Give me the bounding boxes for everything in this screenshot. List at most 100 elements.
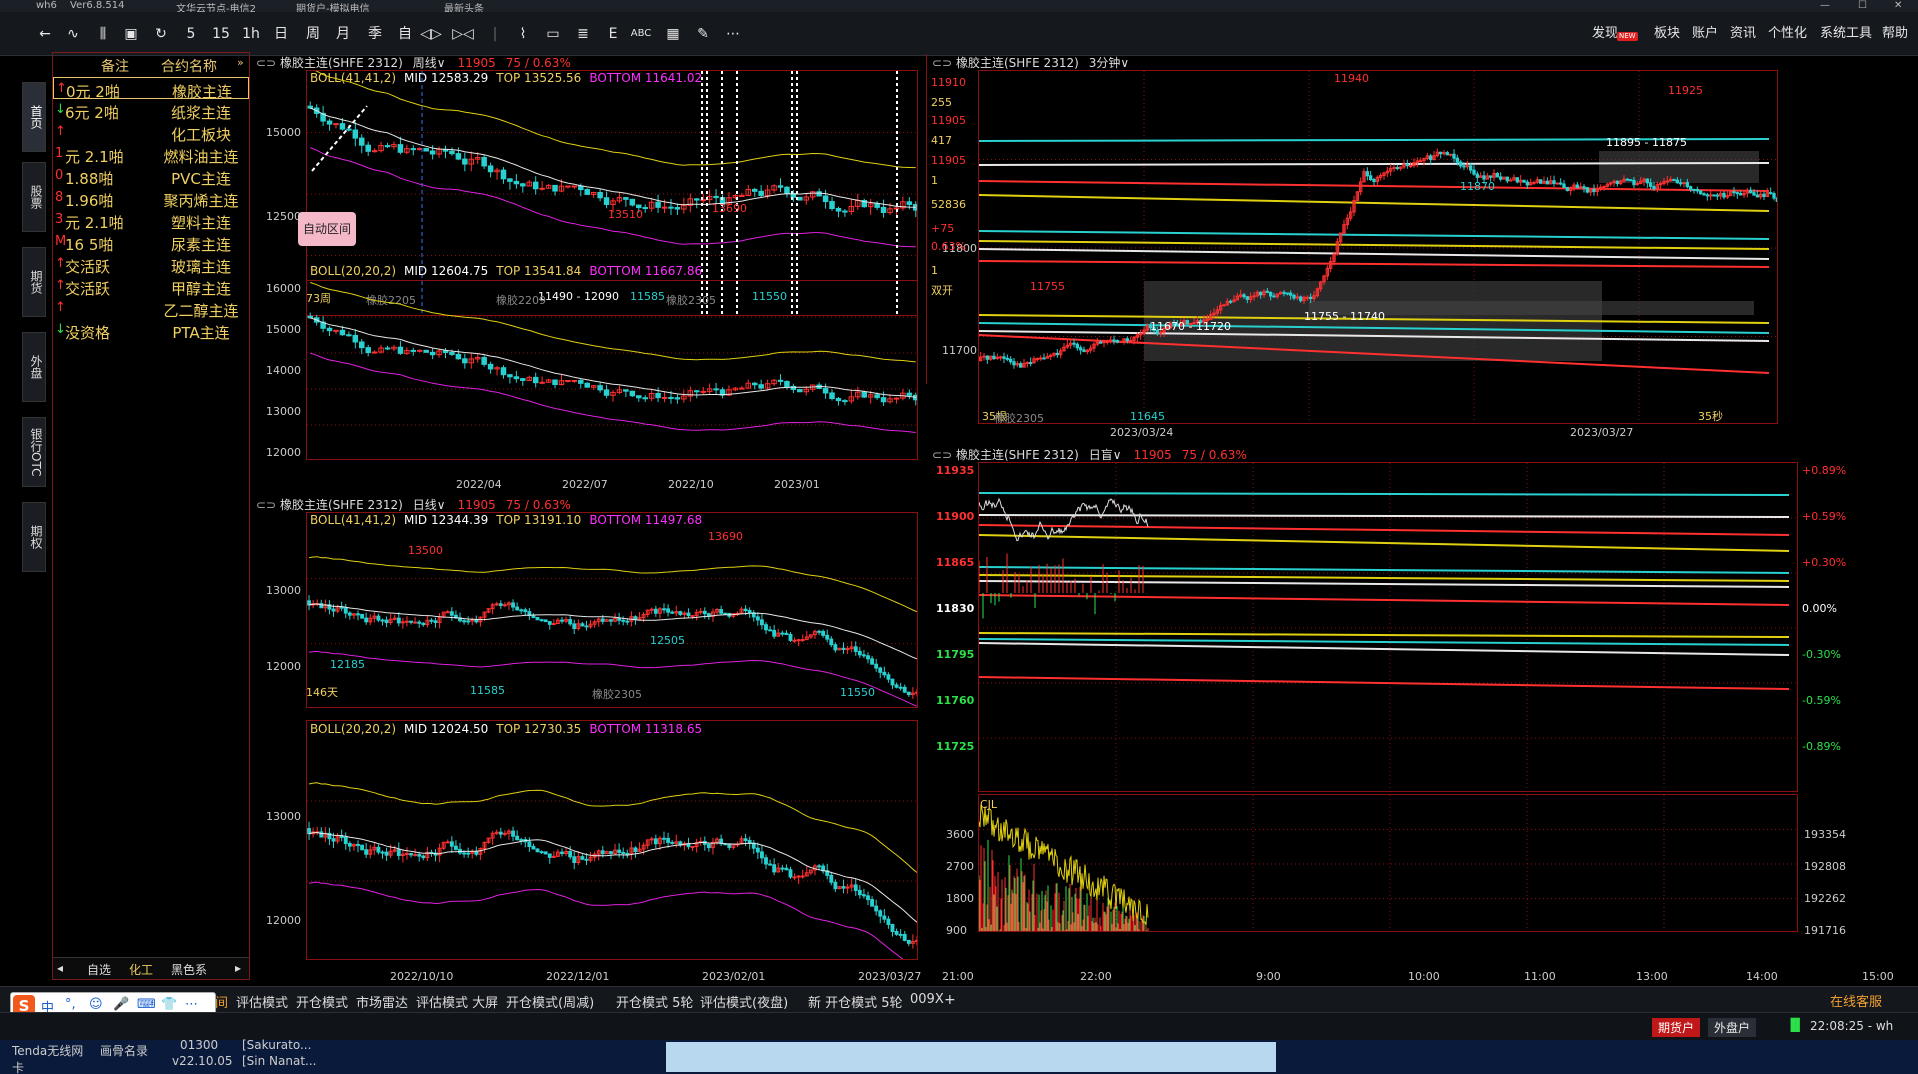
list-item[interactable]: M 16 5啪 尿素主连 [53,231,249,254]
save-icon[interactable]: ▣ [120,24,142,44]
support-resistance-line[interactable] [979,566,1790,574]
indicator-name[interactable]: BOLL(20,20,2) [310,264,396,278]
support-resistance-line[interactable] [979,632,1790,638]
draw-line-icon[interactable]: ⌇ [512,24,534,44]
layout-tab[interactable]: 市场雷达 [356,992,408,1011]
chevron-down-icon[interactable]: ∨ [1120,56,1129,70]
link-icon[interactable]: ⊂⊃ [256,56,280,70]
taskbar-item-sin[interactable]: [Sin Nanat... [242,1054,317,1068]
period-15[interactable]: 15 [210,24,232,44]
taskbar-preview[interactable] [666,1042,1276,1072]
chevron-down-icon[interactable]: ∨ [437,498,446,512]
layout-tab[interactable]: 新 开仓模式 5轮 [808,992,903,1011]
contract-title[interactable]: 橡胶主连(SHFE 2312) [280,56,403,70]
layout-tab[interactable]: 评估模式 [236,992,288,1011]
tab-favorites[interactable]: 自选 [87,961,111,978]
vtab-foreign[interactable]: 外盘 [22,332,46,402]
minimize-icon[interactable]: — [1820,0,1830,11]
online-service-link[interactable]: 在线客服 [1830,991,1882,1010]
rectangle-icon[interactable]: ▭ [542,24,564,44]
chevron-right-icon[interactable]: ▸ [235,961,241,975]
ime-emoji-icon[interactable]: ☺ [89,997,103,1012]
layout-tab[interactable]: 开仓模式 5轮 [616,992,693,1011]
period-dropdown[interactable]: 周线 [413,56,437,70]
taskbar-item-code[interactable]: 01300 [180,1038,218,1052]
contract-title[interactable]: 橡胶主连(SHFE 2312) [280,498,403,512]
daily-upper-svg[interactable] [307,513,918,708]
expand-icon[interactable]: » [237,56,244,69]
eraser-icon[interactable]: ✎ [692,24,714,44]
vtab-bank-otc[interactable]: 银行OTC [22,417,46,487]
layout-tab[interactable]: 开仓模式 [296,992,348,1011]
more-icon[interactable]: ⋯ [722,24,744,44]
ime-skin-icon[interactable]: 👕 [161,997,177,1012]
list-item[interactable]: ↑ 0元 2啪 橡胶主连 [53,77,249,101]
period-day[interactable]: 日 [270,24,292,44]
chevron-down-icon[interactable]: ∨ [1113,448,1122,462]
daily-lower-svg[interactable] [307,721,918,960]
ime-voice-icon[interactable]: 🎤 [113,997,129,1012]
taskbar-item-wifi[interactable]: Tenda无线网卡 [12,1042,92,1074]
period-1h[interactable]: 1h [240,24,262,44]
support-resistance-line[interactable] [979,580,1790,588]
support-resistance-line[interactable] [979,260,1770,268]
auto-range-popup[interactable]: 自动区间 [298,212,356,246]
support-resistance-line[interactable] [979,194,1770,212]
trend-line[interactable] [311,105,368,172]
parallel-icon[interactable]: ≣ [572,24,594,44]
support-resistance-line[interactable] [979,574,1790,582]
period-dropdown[interactable]: 3分钟 [1089,56,1121,70]
zoom-in-icon[interactable]: ◁▷ [420,24,442,44]
vtab-futures[interactable]: 期货 [22,247,46,317]
vtab-home[interactable]: 首页 [22,82,46,152]
support-resistance-line[interactable] [979,524,1790,536]
weekly-lower-svg[interactable] [307,281,918,460]
layout-tab[interactable]: 评估模式(夜盘) [700,992,788,1011]
contract-title[interactable]: 橡胶主连(SHFE 2312) [956,448,1079,462]
vtab-options[interactable]: 期权 [22,502,46,572]
list-item[interactable]: ↑ 交活跃 甲醇主连 [53,275,249,298]
menu-sector[interactable]: 板块 [1654,24,1680,44]
range-box[interactable] [1599,151,1759,183]
support-resistance-line[interactable] [979,492,1790,496]
vtab-stock[interactable]: 股票 [22,162,46,232]
list-item[interactable]: 8 1.96啪 聚丙烯主连 [53,187,249,210]
foreign-account-button[interactable]: 外盘户 [1708,1018,1757,1037]
close-icon[interactable]: ✕ [1894,0,1902,11]
period-month[interactable]: 月 [332,24,354,44]
taskbar-item-drawing[interactable]: 画骨名录 [100,1042,148,1059]
fib-icon[interactable]: Ε [602,24,624,44]
col-contract-name[interactable]: 合约名称 [161,56,217,76]
add-tab-icon[interactable]: + [944,992,956,1008]
support-resistance-line[interactable] [979,248,1770,260]
link-icon[interactable]: ⊂⊃ [256,498,280,512]
support-resistance-line[interactable] [979,594,1790,606]
list-item[interactable]: 3元 2.1啪 塑料主连 [53,209,249,232]
layout-tab[interactable]: 评估模式 大屏 [416,992,498,1011]
period-season[interactable]: 季 [364,24,386,44]
zoom-out-icon[interactable]: ▷◁ [452,24,474,44]
line-chart-icon[interactable]: ∿ [62,24,84,44]
ime-punctuation[interactable]: °, [65,997,76,1012]
menu-news[interactable]: 资讯 [1730,24,1756,44]
ime-keyboard-icon[interactable]: ⌨ [137,997,156,1012]
menu-account[interactable]: 账户 [1692,24,1718,44]
layout-icon[interactable]: ▦ [662,24,684,44]
refresh-icon[interactable]: ↻ [150,24,172,44]
period-week[interactable]: 周 [302,24,324,44]
maximize-icon[interactable]: ☐ [1858,0,1867,11]
menu-discover[interactable]: 发现 [1592,24,1618,44]
taskbar-item-version[interactable]: v22.10.05 [172,1054,233,1068]
link-icon[interactable]: ⊂⊃ [932,448,956,462]
list-item[interactable]: ↑ 乙二醇主连 [53,297,249,320]
volume-svg[interactable] [979,795,1798,932]
support-resistance-line[interactable] [979,240,1770,250]
period-custom[interactable]: 自 [394,24,416,44]
menu-help[interactable]: 帮助 [1882,24,1908,44]
tab-chemical[interactable]: 化工 [129,961,153,978]
support-resistance-line[interactable] [979,230,1770,240]
menu-personalize[interactable]: 个性化 [1768,24,1807,44]
list-item[interactable]: ↑ 化工板块 [53,121,249,144]
period-dropdown[interactable]: 日盲 [1089,448,1113,462]
intraday-svg[interactable] [979,463,1798,792]
